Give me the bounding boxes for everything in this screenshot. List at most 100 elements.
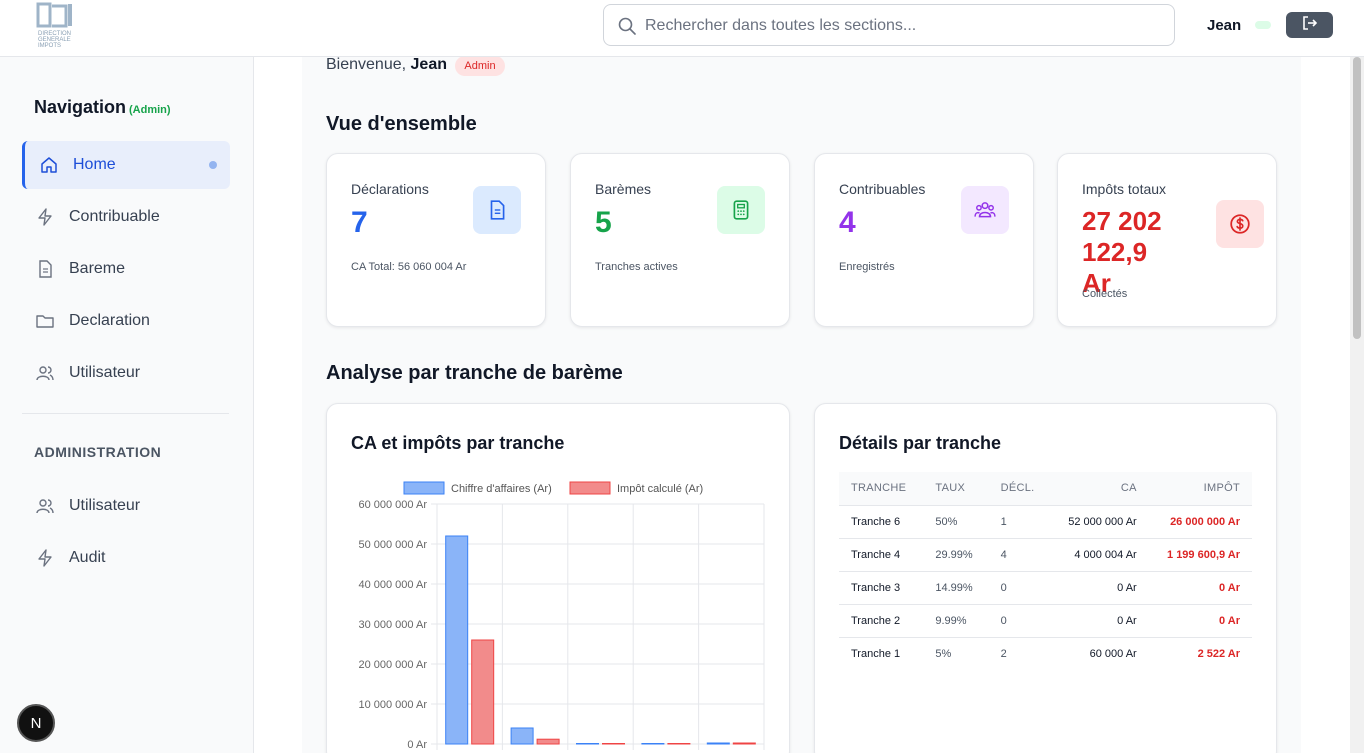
legend-label: Impôt calculé (Ar) <box>617 483 703 495</box>
scrollbar-thumb[interactable] <box>1353 57 1361 339</box>
admin-section-label: ADMINISTRATION <box>34 444 162 460</box>
legend-label: Chiffre d'affaires (Ar) <box>451 483 552 495</box>
stat-card-contribuables[interactable]: Contribuables 4 Enregistrés <box>814 153 1034 327</box>
table-row[interactable]: Tranche 3 14.99% 0 0 Ar 0 Ar <box>839 570 1252 604</box>
card-value: 7 <box>351 206 368 239</box>
y-tick-label: 30 000 000 Ar <box>358 619 427 631</box>
zap-icon <box>35 207 55 227</box>
cell-impot: 1 199 600,9 Ar <box>1148 537 1252 571</box>
sidebar-item-label: Home <box>73 156 116 173</box>
card-label: Déclarations <box>351 181 429 197</box>
sidebar-item-label: Declaration <box>69 312 150 329</box>
sidebar-item-bareme[interactable]: Bareme <box>22 245 230 293</box>
cell-ca: 0 Ar <box>1050 603 1149 637</box>
active-indicator-dot <box>209 161 217 169</box>
cell-taux: 5% <box>923 636 989 670</box>
details-table: TRANCHE TAUX DÉCL. CA IMPÔT Tranche 6 50… <box>839 472 1252 670</box>
chart-panel: CA et impôts par tranche 0 Ar 10 000 000 … <box>326 403 790 753</box>
column-header[interactable]: TRANCHE <box>839 472 924 505</box>
cell-tranche: Tranche 2 <box>839 603 924 637</box>
column-header[interactable]: DÉCL. <box>988 472 1051 505</box>
legend-swatch <box>569 481 611 495</box>
card-value: 5 <box>595 206 612 239</box>
zap-icon <box>35 548 55 568</box>
dollar-icon <box>1216 200 1264 248</box>
document-icon <box>35 259 55 279</box>
page-scrollbar[interactable] <box>1350 57 1364 753</box>
column-header[interactable]: CA <box>1050 472 1149 505</box>
table-row[interactable]: Tranche 1 5% 2 60 000 Ar 2 522 Ar <box>839 636 1252 670</box>
details-title: Détails par tranche <box>839 433 1002 453</box>
welcome-name: Jean <box>410 56 447 73</box>
cell-decl: 4 <box>988 537 1051 571</box>
sidebar-item-contribuable[interactable]: Contribuable <box>22 193 230 241</box>
cell-decl: 2 <box>988 636 1051 670</box>
bar-impot-tranche-2 <box>667 743 691 745</box>
bar-chart: 0 Ar 10 000 000 Ar 20 000 000 Ar 30 000 000… <box>358 481 765 751</box>
table-row[interactable]: Tranche 6 50% 1 52 000 000 Ar 26 000 000… <box>839 504 1252 538</box>
cell-impot: 0 Ar <box>1148 603 1252 637</box>
dgi-logo[interactable]: DIRECTION GENERALE IMPOTS <box>28 2 78 50</box>
nav-title: Navigation (Admin) <box>34 97 171 117</box>
card-subtext: CA Total: 56 060 004 Ar <box>351 261 467 273</box>
chart-title: CA et impôts par tranche <box>351 433 565 453</box>
cell-ca: 52 000 000 Ar <box>1050 504 1149 538</box>
calculator-icon <box>717 186 765 234</box>
sidebar-item-label: Utilisateur <box>69 497 141 514</box>
cell-tranche: Tranche 6 <box>839 504 924 538</box>
top-bar: DIRECTION GENERALE IMPOTS Rechercher dan… <box>0 0 1364 57</box>
logo-line-3: IMPOTS <box>38 43 61 49</box>
legend-swatch <box>403 481 445 495</box>
cell-decl: 0 <box>988 570 1051 604</box>
card-value: 4 <box>839 206 856 239</box>
cell-impot: 26 000 000 Ar <box>1148 504 1252 538</box>
card-label: Impôts totaux <box>1082 181 1167 197</box>
logout-icon <box>1301 14 1319 37</box>
cell-decl: 1 <box>988 504 1051 538</box>
cell-taux: 9.99% <box>923 603 989 637</box>
folder-icon <box>35 311 55 331</box>
table-header-row: TRANCHE TAUX DÉCL. CA IMPÔT <box>839 472 1252 505</box>
stat-card-declarations[interactable]: Déclarations 7 CA Total: 56 060 004 Ar <box>326 153 546 327</box>
cell-taux: 14.99% <box>923 570 989 604</box>
column-header[interactable]: TAUX <box>923 472 989 505</box>
sidebar-item-label: Bareme <box>69 260 126 277</box>
cell-tranche: Tranche 1 <box>839 636 924 670</box>
cell-taux: 29.99% <box>923 537 989 571</box>
details-panel: Détails par tranche TRANCHE TAUX DÉCL. C… <box>814 403 1277 753</box>
bar-impot-tranche-3 <box>602 743 625 745</box>
bar-chiffre-affaires-tranche-4 <box>510 727 534 745</box>
sidebar-item-utilisateur[interactable]: Utilisateur <box>22 349 230 397</box>
sidebar-item-home[interactable]: Home <box>22 141 230 189</box>
stat-card-baremes[interactable]: Barèmes 5 Tranches actives <box>570 153 790 327</box>
search-placeholder: Rechercher dans toutes les sections... <box>645 17 917 34</box>
sidebar-item-declaration[interactable]: Declaration <box>22 297 230 345</box>
online-status-indicator <box>1255 21 1271 29</box>
table-row[interactable]: Tranche 4 29.99% 4 4 000 004 Ar 1 199 60… <box>839 537 1252 571</box>
cell-taux: 50% <box>923 504 989 538</box>
document-icon <box>473 186 521 234</box>
card-value: 27 202 122,9 Ar <box>1082 206 1162 298</box>
y-tick-label: 50 000 000 Ar <box>358 539 427 551</box>
dev-tools-badge[interactable]: N <box>17 704 55 742</box>
cell-impot: 2 522 Ar <box>1148 636 1252 670</box>
bar-chiffre-affaires-tranche-3 <box>576 743 599 745</box>
sidebar-item-label: Contribuable <box>69 208 160 225</box>
bar-chiffre-affaires-tranche-1 <box>706 742 730 745</box>
card-label: Contribuables <box>839 181 926 197</box>
sidebar-divider <box>22 413 229 414</box>
welcome-text: Bienvenue, Jean <box>326 56 447 73</box>
card-subtext: Collectés <box>1082 288 1128 300</box>
column-header[interactable]: IMPÔT <box>1148 472 1252 505</box>
sidebar-item-admin-utilisateur[interactable]: Utilisateur <box>22 482 230 530</box>
stat-card-impots-totaux[interactable]: Impôts totaux 27 202 122,9 Ar Collectés <box>1057 153 1277 327</box>
logout-button[interactable] <box>1286 12 1333 38</box>
y-tick-label: 10 000 000 Ar <box>358 699 427 711</box>
users-icon <box>35 496 55 516</box>
role-badge: Admin <box>455 56 505 76</box>
table-row[interactable]: Tranche 2 9.99% 0 0 Ar 0 Ar <box>839 603 1252 637</box>
bar-impot-tranche-1 <box>732 742 756 745</box>
sidebar-item-audit[interactable]: Audit <box>22 534 230 582</box>
search-input[interactable]: Rechercher dans toutes les sections... <box>603 4 1175 46</box>
sidebar-item-label: Utilisateur <box>69 364 141 381</box>
